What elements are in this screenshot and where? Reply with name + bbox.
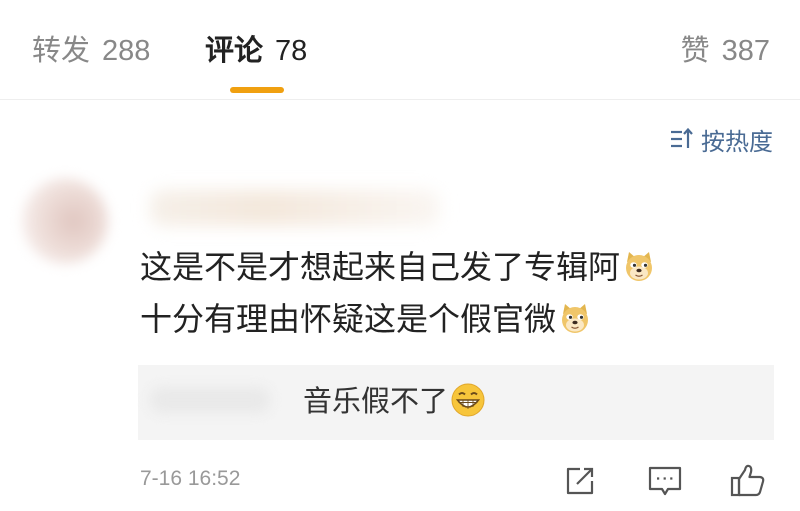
comment-icon <box>648 466 682 496</box>
tab-bar: 转发 288 评论 78 赞 387 <box>0 0 800 100</box>
tab-comments[interactable]: 评论 78 <box>205 30 307 71</box>
tab-likes[interactable]: 赞 387 <box>681 30 770 71</box>
tab-likes-count: 387 <box>721 35 770 67</box>
grin-icon <box>450 382 486 418</box>
reply-author-blurred <box>150 387 270 413</box>
active-tab-indicator <box>230 87 284 93</box>
comment-line-2: 十分有理由怀疑这是个假官微 <box>140 296 780 342</box>
timestamp: 7-16 16:52 <box>140 467 241 490</box>
tab-comments-label: 评论 <box>205 33 264 67</box>
like-button[interactable] <box>728 461 768 501</box>
username-blurred[interactable] <box>150 190 440 226</box>
sort-label: 按热度 <box>701 127 773 156</box>
comment-footer: 7-16 16:52 <box>0 455 800 505</box>
comment-line-1-text: 这是不是才想起来自己发了专辑阿 <box>140 248 621 286</box>
tab-repost-count: 288 <box>102 35 151 67</box>
avatar[interactable] <box>22 178 108 264</box>
doge-icon <box>622 249 656 283</box>
comment-line-1: 这是不是才想起来自己发了专辑阿 <box>140 244 780 290</box>
comment-button[interactable] <box>645 461 685 501</box>
comment-body: 这是不是才想起来自己发了专辑阿 十分有理由怀疑这是个假官微 <box>140 244 780 342</box>
comment-line-2-text: 十分有理由怀疑这是个假官微 <box>140 300 557 338</box>
tab-repost[interactable]: 转发 288 <box>32 30 150 71</box>
tab-repost-label: 转发 <box>32 33 91 67</box>
tab-likes-label: 赞 <box>680 33 710 67</box>
repost-button[interactable] <box>560 461 600 501</box>
share-icon <box>566 467 594 495</box>
reply-text: 音乐假不了 <box>303 384 449 418</box>
doge-icon <box>558 301 592 335</box>
tab-comments-count: 78 <box>275 35 308 67</box>
sort-button[interactable]: 按热度 <box>669 123 773 156</box>
reply-preview[interactable]: 音乐假不了 <box>138 365 774 440</box>
reply-content: 音乐假不了 <box>303 379 486 423</box>
sort-icon <box>671 127 693 148</box>
thumbs-up-icon <box>730 464 765 497</box>
